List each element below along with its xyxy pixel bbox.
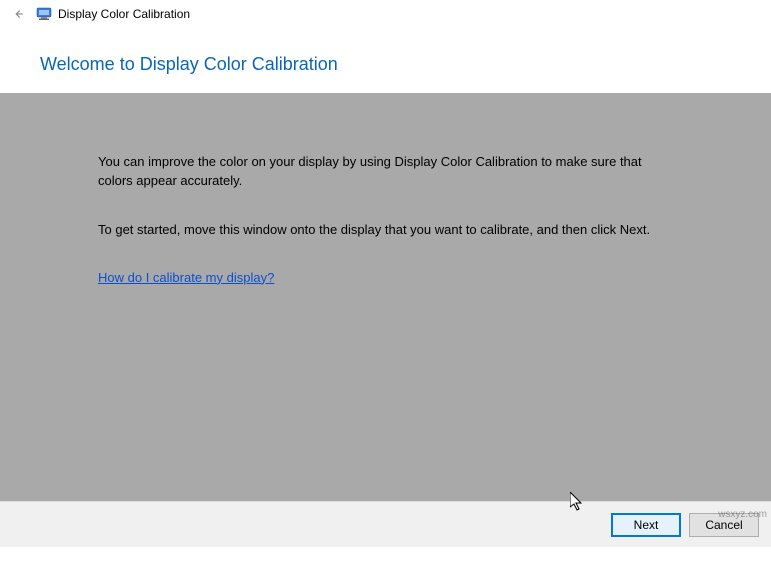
arrow-left-icon <box>11 7 25 21</box>
window-title: Display Color Calibration <box>58 7 190 21</box>
footer: Next Cancel <box>0 501 771 547</box>
content-area: You can improve the color on your displa… <box>0 93 771 501</box>
next-button[interactable]: Next <box>611 513 681 537</box>
intro-paragraph-2: To get started, move this window onto th… <box>98 221 673 240</box>
page-heading: Welcome to Display Color Calibration <box>40 54 731 75</box>
intro-paragraph-1: You can improve the color on your displa… <box>98 153 673 191</box>
watermark: wsxyz.com <box>718 509 767 520</box>
help-link[interactable]: How do I calibrate my display? <box>98 270 274 285</box>
app-icon <box>36 6 52 22</box>
heading-area: Welcome to Display Color Calibration <box>0 28 771 93</box>
back-button[interactable] <box>8 4 28 24</box>
titlebar: Display Color Calibration <box>0 0 771 28</box>
